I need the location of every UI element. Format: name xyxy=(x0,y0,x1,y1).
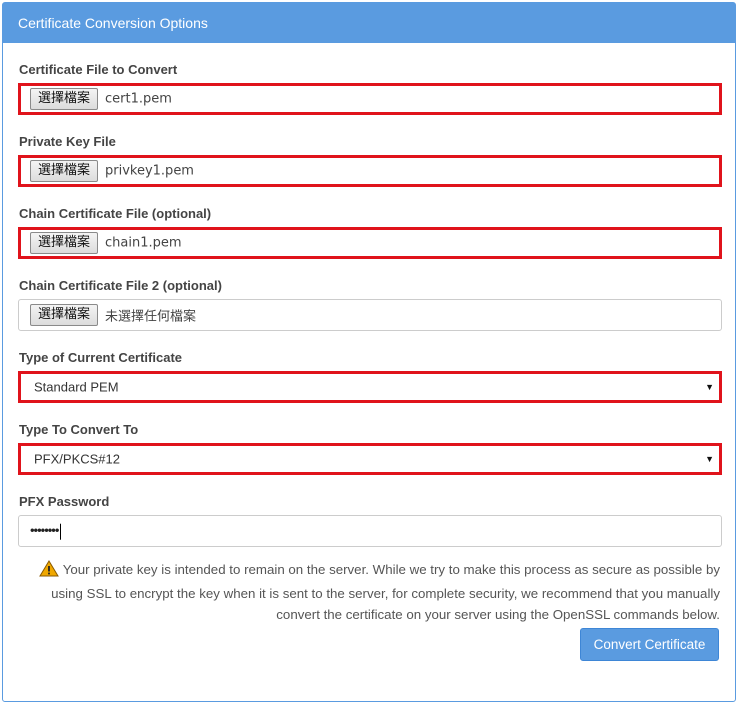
chain-file2-input[interactable]: 選擇檔案 未選擇任何檔案 xyxy=(18,299,722,331)
text-caret xyxy=(60,523,62,540)
current-type-select[interactable]: Standard PEM ▼ xyxy=(18,371,722,403)
pfx-password-input[interactable]: •••••••• xyxy=(18,515,722,547)
chain-file-name: chain1.pem xyxy=(105,235,182,251)
private-key-choose-button[interactable]: 選擇檔案 xyxy=(30,160,99,182)
private-key-file-name: privkey1.pem xyxy=(105,163,194,179)
chain-file2-choose-button[interactable]: 選擇檔案 xyxy=(30,304,99,326)
chain-file-input[interactable]: 選擇檔案 chain1.pem xyxy=(18,227,722,259)
chain-file2-label: Chain Certificate File 2 (optional) xyxy=(19,278,222,293)
panel-title: Certificate Conversion Options xyxy=(3,3,735,43)
caret-down-icon: ▼ xyxy=(705,454,714,464)
cert-file-choose-button[interactable]: 選擇檔案 xyxy=(30,88,99,110)
caret-down-icon: ▼ xyxy=(705,382,714,392)
chain-file-label: Chain Certificate File (optional) xyxy=(19,206,212,221)
pfx-password-label: PFX Password xyxy=(19,494,110,509)
convert-to-select[interactable]: PFX/PKCS#12 ▼ xyxy=(18,443,722,475)
private-key-input[interactable]: 選擇檔案 privkey1.pem xyxy=(18,155,722,187)
current-type-value: Standard PEM xyxy=(34,379,119,395)
cert-file-name: cert1.pem xyxy=(105,91,172,107)
current-type-label: Type of Current Certificate xyxy=(19,350,183,365)
cert-file-label: Certificate File to Convert xyxy=(19,62,178,77)
pfx-password-value: •••••••• xyxy=(30,522,62,540)
security-notice: Your private key is intended to remain o… xyxy=(20,559,720,625)
cert-file-input[interactable]: 選擇檔案 cert1.pem xyxy=(18,83,722,115)
chain-file-choose-button[interactable]: 選擇檔案 xyxy=(30,232,99,254)
pfx-password-dots: •••••••• xyxy=(30,522,59,538)
chain-file2-file-name: 未選擇任何檔案 xyxy=(105,309,197,325)
convert-to-label: Type To Convert To xyxy=(19,422,139,437)
convert-to-value: PFX/PKCS#12 xyxy=(34,451,120,467)
private-key-label: Private Key File xyxy=(19,134,116,149)
warning-icon xyxy=(38,560,59,583)
security-notice-text: Your private key is intended to remain o… xyxy=(51,562,720,622)
convert-certificate-button[interactable]: Convert Certificate xyxy=(580,628,719,661)
